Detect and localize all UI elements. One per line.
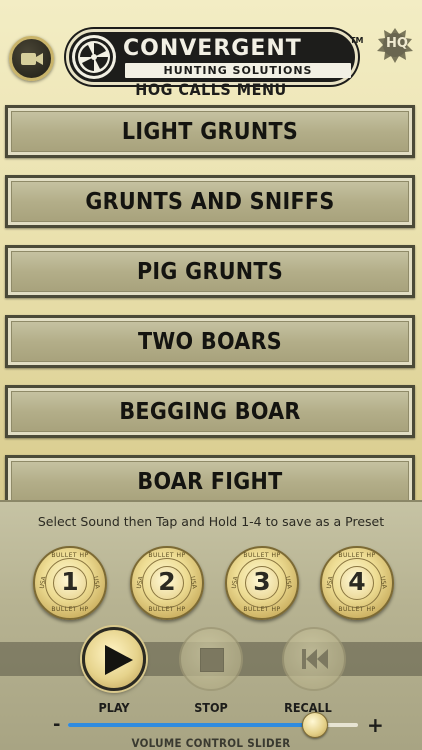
volume-slider-label: VOLUME CONTROL SLIDER bbox=[131, 736, 291, 750]
menu-item-begging-boar[interactable]: BEGGING BOAR bbox=[5, 385, 415, 438]
stop-button[interactable] bbox=[179, 627, 243, 691]
preset-button-3[interactable]: BULLET HP BULLET HP USA USA 3 bbox=[225, 546, 299, 620]
menu-item-label: GRUNTS AND SNIFFS bbox=[85, 188, 335, 215]
logo-title: CONVERGENT bbox=[123, 36, 302, 61]
preset-text-bottom: BULLET HP bbox=[243, 606, 281, 613]
preset-instructions: Select Sound then Tap and Hold 1-4 to sa… bbox=[37, 514, 385, 529]
trademark-mark: TM bbox=[350, 36, 364, 45]
menu-item-light-grunts[interactable]: LIGHT GRUNTS bbox=[5, 105, 415, 158]
fan-logo-icon bbox=[72, 35, 116, 79]
recall-button[interactable] bbox=[282, 627, 346, 691]
preset-text-top: BULLET HP bbox=[148, 552, 186, 559]
menu-item-label: BOAR FIGHT bbox=[137, 468, 283, 495]
play-icon bbox=[105, 645, 133, 675]
play-button[interactable] bbox=[82, 627, 146, 691]
preset-button-1[interactable]: BULLET HP BULLET HP USA USA 1 bbox=[33, 546, 107, 620]
preset-number: 1 bbox=[61, 567, 79, 596]
menu-item-two-boars[interactable]: TWO BOARS bbox=[5, 315, 415, 368]
preset-text-top: BULLET HP bbox=[338, 552, 376, 559]
menu-item-label: TWO BOARS bbox=[137, 328, 283, 355]
menu-title: HOG CALLS MENU bbox=[135, 80, 287, 99]
preset-number: 4 bbox=[348, 567, 366, 596]
preset-number: 3 bbox=[253, 567, 271, 596]
volume-minus-icon[interactable]: - bbox=[53, 714, 60, 735]
hq-badge-label: HQ bbox=[386, 36, 408, 51]
video-camera-icon bbox=[20, 52, 43, 65]
player-panel: Select Sound then Tap and Hold 1-4 to sa… bbox=[0, 500, 422, 750]
stop-icon bbox=[200, 648, 224, 672]
video-camera-button[interactable] bbox=[9, 36, 54, 81]
volume-plus-icon[interactable]: + bbox=[367, 713, 384, 737]
menu-item-grunts-and-sniffs[interactable]: GRUNTS AND SNIFFS bbox=[5, 175, 415, 228]
header: CONVERGENT HUNTING SOLUTIONS TM HQ HOG C… bbox=[0, 0, 422, 100]
menu-item-pig-grunts[interactable]: PIG GRUNTS bbox=[5, 245, 415, 298]
menu-item-label: PIG GRUNTS bbox=[136, 258, 284, 285]
menu-item-label: LIGHT GRUNTS bbox=[121, 118, 299, 145]
stop-label: STOP bbox=[194, 700, 228, 715]
play-label: PLAY bbox=[98, 700, 130, 715]
menu-item-label: BEGGING BOAR bbox=[119, 398, 301, 425]
preset-button-4[interactable]: BULLET HP BULLET HP USA USA 4 bbox=[320, 546, 394, 620]
preset-number: 2 bbox=[158, 567, 176, 596]
preset-text-bottom: BULLET HP bbox=[338, 606, 376, 613]
logo-subtitle: HUNTING SOLUTIONS bbox=[125, 63, 351, 78]
preset-text-top: BULLET HP bbox=[243, 552, 281, 559]
volume-slider-thumb[interactable] bbox=[301, 712, 328, 738]
preset-text-top: BULLET HP bbox=[51, 552, 89, 559]
volume-slider-fill bbox=[68, 723, 315, 727]
rewind-icon bbox=[302, 649, 328, 669]
preset-text-bottom: BULLET HP bbox=[51, 606, 89, 613]
convergent-logo: CONVERGENT HUNTING SOLUTIONS bbox=[66, 29, 358, 85]
preset-text-bottom: BULLET HP bbox=[148, 606, 186, 613]
preset-button-2[interactable]: BULLET HP BULLET HP USA USA 2 bbox=[130, 546, 204, 620]
